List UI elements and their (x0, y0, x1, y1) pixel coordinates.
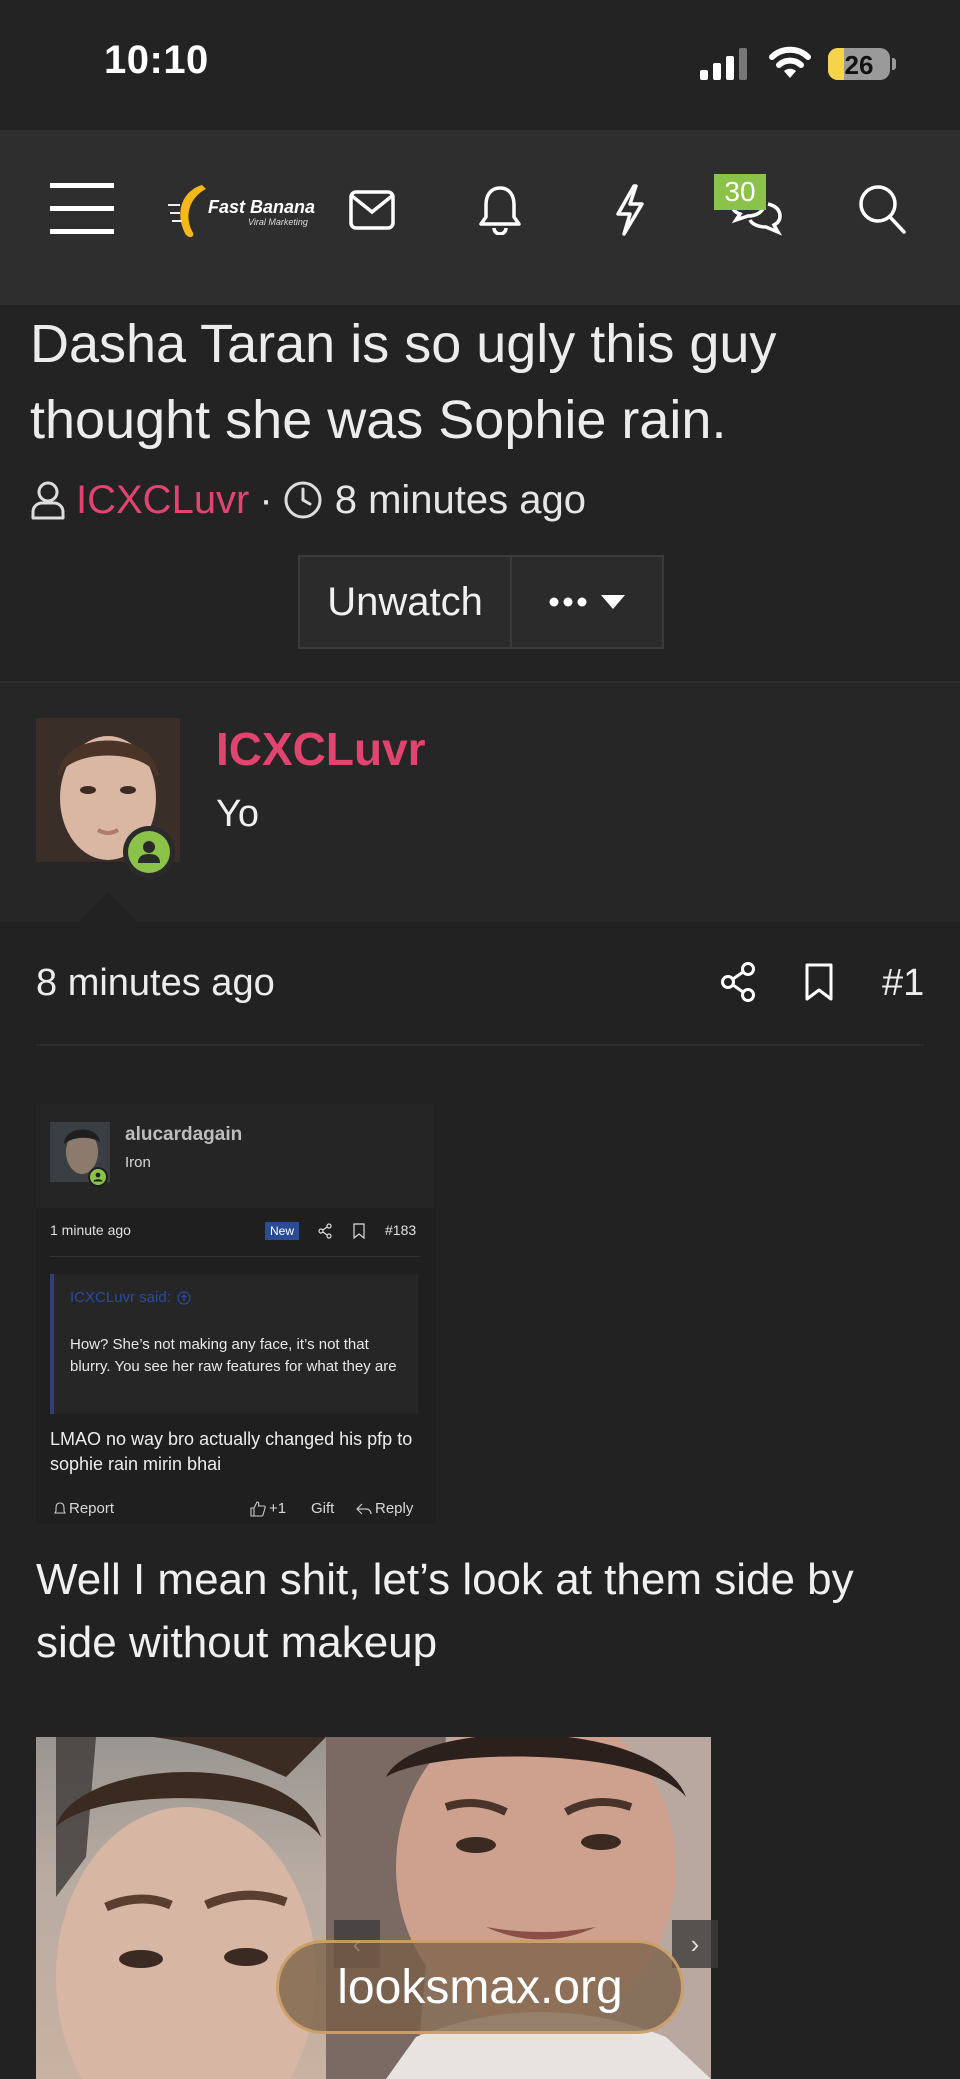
search-icon[interactable] (858, 184, 908, 236)
reply-arrow-icon (356, 1503, 372, 1514)
post-text: Well I mean shit, let’s look at them sid… (36, 1555, 854, 1667)
bookmark-icon[interactable] (804, 962, 834, 1002)
post-username[interactable]: ICXCLuvr (216, 722, 426, 776)
embedded-username: alucardagain (125, 1124, 243, 1145)
bell-icon[interactable] (478, 185, 522, 235)
online-indicator (123, 826, 175, 878)
battery-indicator: 26 (828, 48, 890, 80)
embedded-quote-author: ICXCLuvr said: (70, 1289, 171, 1306)
bell-icon (54, 1501, 66, 1514)
embedded-like-count: +1 (269, 1500, 287, 1517)
embedded-reply: Reply (356, 1500, 413, 1517)
comparison-photo-left[interactable] (36, 1737, 326, 2079)
thread-actions: Unwatch (298, 555, 664, 649)
chat-count-badge: 30 (714, 174, 766, 210)
online-user-icon (90, 1169, 106, 1185)
caret-down-icon (601, 595, 625, 609)
thread-author-link[interactable]: ICXCLuvr (76, 478, 249, 523)
embedded-online-indicator (88, 1167, 108, 1187)
unwatch-button[interactable]: Unwatch (300, 557, 512, 647)
share-icon[interactable] (720, 962, 756, 1002)
logo-subtext: Viral Marketing (248, 217, 308, 227)
site-logo[interactable]: Fast Banana Viral Marketing (168, 183, 316, 239)
embedded-reply-label: Reply (375, 1500, 414, 1517)
thread-post-time: 8 minutes ago (334, 477, 586, 522)
embedded-report-label: Report (69, 1500, 115, 1517)
thread-meta: ICXCLuvr · 8 minutes ago (30, 470, 586, 530)
clock-icon (284, 481, 322, 519)
lightning-icon[interactable] (614, 184, 646, 236)
online-user-icon (128, 831, 170, 873)
embedded-share-icon (318, 1223, 332, 1239)
embedded-rank: Iron (125, 1154, 151, 1171)
embedded-quote-text: How? She’s not making any face, it’s not… (70, 1336, 397, 1375)
mail-icon[interactable] (349, 190, 395, 230)
more-dots-icon (549, 597, 587, 607)
hamburger-menu-icon[interactable] (50, 183, 114, 235)
user-icon (31, 481, 65, 520)
embedded-reply-text: LMAO no way bro actually changed his pfp… (50, 1429, 413, 1474)
face-left-image (56, 1737, 326, 2079)
photo-next-button[interactable]: › (672, 1920, 718, 1968)
thread-title: Dasha Taran is so ugly this guy thought … (30, 314, 777, 450)
post-time[interactable]: 8 minutes ago (36, 962, 275, 1005)
embedded-time: 1 minute ago (50, 1222, 131, 1238)
more-options-button[interactable] (512, 557, 662, 647)
wifi-icon (769, 46, 811, 78)
embedded-new-badge: New (265, 1222, 300, 1240)
embedded-quote-header: ICXCLuvr said: (70, 1289, 191, 1306)
embedded-gift: Gift (311, 1500, 334, 1517)
divider (50, 1256, 420, 1257)
embedded-gift-label: Gift (311, 1500, 335, 1517)
embedded-post-number: #183 (385, 1222, 417, 1238)
embedded-bookmark-icon (353, 1223, 365, 1239)
post-number[interactable]: #1 (882, 962, 924, 1005)
embedded-report: Report (54, 1500, 114, 1517)
battery-text: 26 (844, 50, 874, 80)
post-notch (76, 892, 140, 924)
battery-cap (892, 58, 896, 70)
meta-separator: · (259, 477, 273, 522)
site-watermark: looksmax.org (276, 1940, 684, 2034)
embedded-like: +1 (250, 1500, 286, 1517)
arrow-up-circle-icon (177, 1290, 191, 1305)
thumbs-up-icon (250, 1500, 266, 1517)
signal-icon (700, 48, 747, 80)
divider (36, 1044, 924, 1046)
post-user-title: Yo (216, 793, 259, 835)
status-time: 10:10 (104, 38, 209, 82)
logo-text: Fast Banana (208, 197, 316, 217)
